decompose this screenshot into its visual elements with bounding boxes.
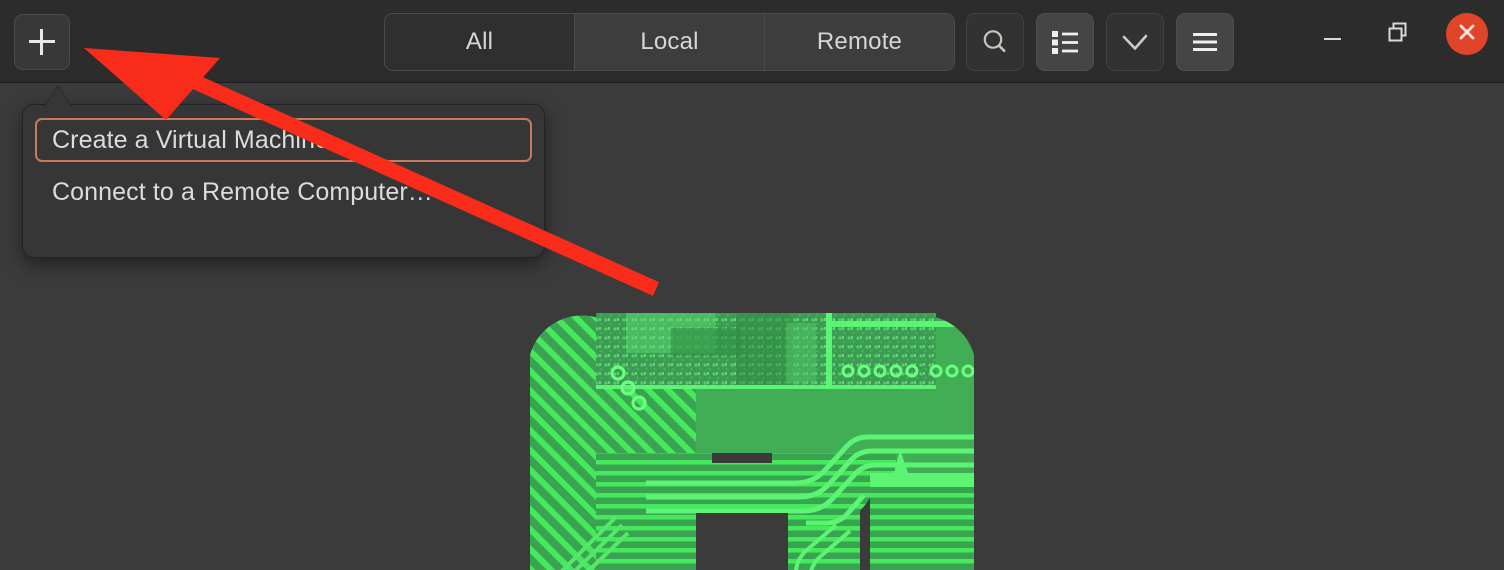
- new-box-button[interactable]: [14, 14, 70, 70]
- boxes-circuit-logo: [496, 273, 1008, 570]
- search-icon: [980, 27, 1010, 57]
- minimize-icon: [1323, 38, 1341, 40]
- checkmark-icon: [1119, 29, 1151, 55]
- restore-icon: [1386, 20, 1410, 49]
- minimize-button[interactable]: [1314, 16, 1350, 52]
- close-icon: [1456, 21, 1478, 48]
- menu-item-connect-remote-computer[interactable]: Connect to a Remote Computer…: [35, 170, 532, 214]
- tab-all[interactable]: All: [385, 14, 575, 70]
- search-button[interactable]: [966, 13, 1024, 71]
- boxes-window: All Local Remote Create a Virtual Machin…: [0, 0, 1504, 570]
- view-filter-tabs: All Local Remote: [384, 13, 955, 71]
- list-view-icon: [1050, 29, 1080, 55]
- window-controls: [1314, 13, 1488, 55]
- segmented-control: All Local Remote: [384, 13, 955, 71]
- list-view-button[interactable]: [1036, 13, 1094, 71]
- close-button[interactable]: [1446, 13, 1488, 55]
- tab-local[interactable]: Local: [575, 14, 765, 70]
- new-box-popover: Create a Virtual Machine… Connect to a R…: [22, 104, 545, 258]
- hamburger-menu-icon: [1190, 30, 1220, 54]
- menu-item-create-virtual-machine[interactable]: Create a Virtual Machine…: [35, 118, 532, 162]
- menu-separator-gap: [35, 162, 532, 170]
- header-icon-group: [966, 13, 1234, 71]
- select-button[interactable]: [1106, 13, 1164, 71]
- tab-remote[interactable]: Remote: [765, 14, 954, 70]
- plus-icon: [29, 29, 55, 55]
- popover-arrow: [44, 86, 72, 108]
- main-menu-button[interactable]: [1176, 13, 1234, 71]
- restore-button[interactable]: [1380, 16, 1416, 52]
- header-left-group: [14, 14, 70, 70]
- header-bar: All Local Remote: [0, 0, 1504, 83]
